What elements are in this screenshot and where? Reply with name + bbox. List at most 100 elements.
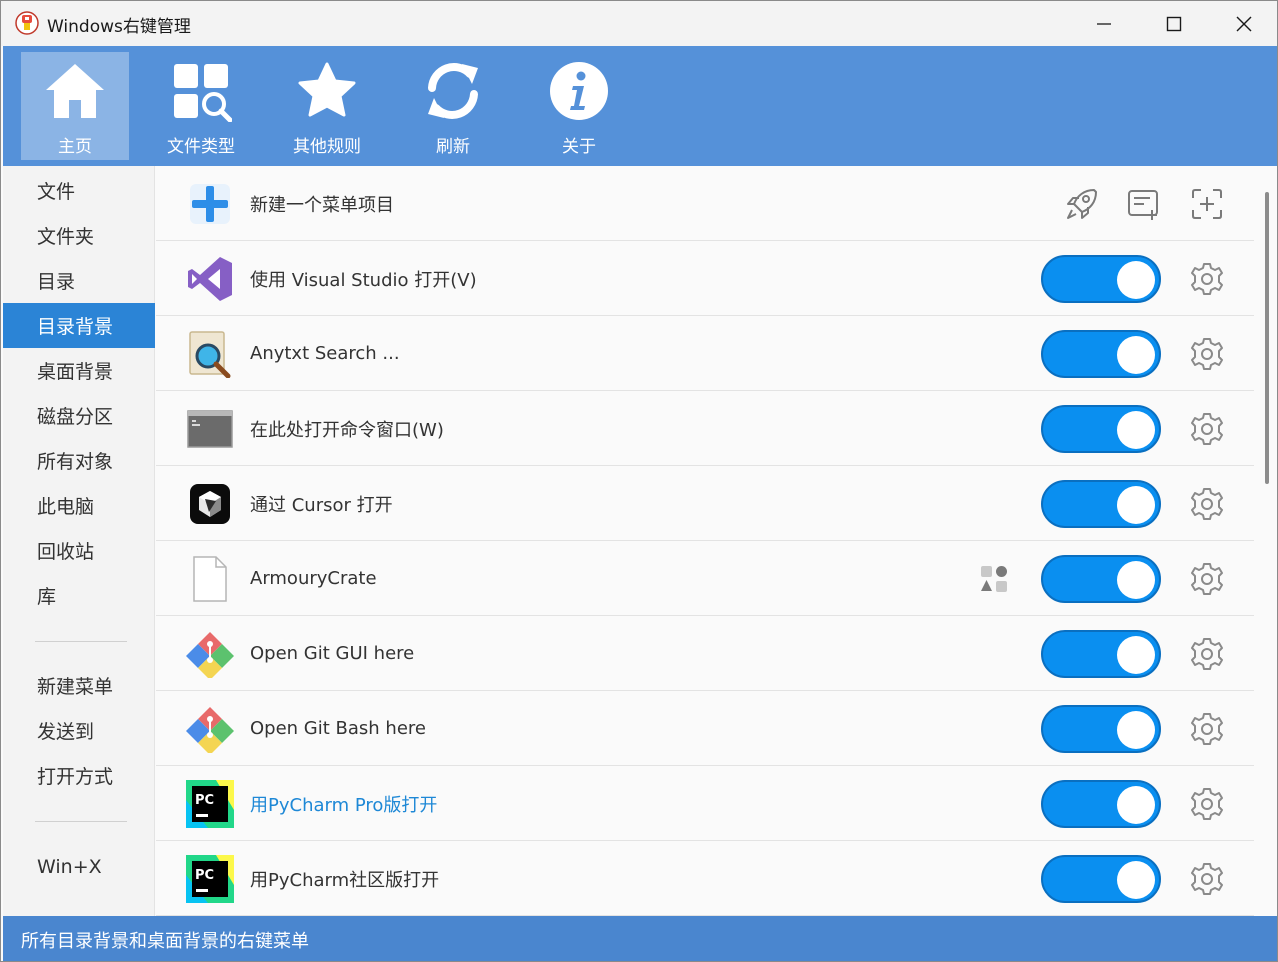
- menu-item-label: Open Git Bash here: [250, 718, 426, 739]
- shapes-icon[interactable]: [979, 564, 1009, 594]
- menu-item-label: 通过 Cursor 打开: [250, 494, 393, 516]
- menu-item-label: Anytxt Search ...: [250, 343, 400, 364]
- sidebar-item-directory[interactable]: 目录: [3, 258, 155, 303]
- toolbar-about-label: 关于: [562, 137, 596, 157]
- gear-icon[interactable]: [1190, 412, 1224, 446]
- svg-text:PC: PC: [195, 868, 214, 883]
- menu-item-row[interactable]: Open Git GUI here: [156, 616, 1254, 691]
- gear-icon[interactable]: [1190, 712, 1224, 746]
- anytxt-search-icon: [189, 331, 231, 378]
- menu-item-label: 使用 Visual Studio 打开(V): [250, 269, 477, 291]
- home-icon: [46, 64, 104, 118]
- close-icon: [1236, 16, 1252, 31]
- gear-icon[interactable]: [1190, 562, 1224, 596]
- menu-item-row[interactable]: PC 用PyCharm Pro版打开: [156, 766, 1254, 841]
- minimize-button[interactable]: [1069, 1, 1139, 46]
- enable-toggle[interactable]: [1041, 330, 1161, 378]
- sidebar-item-drive[interactable]: 磁盘分区: [3, 393, 155, 438]
- toolbar-home[interactable]: 主页: [21, 52, 129, 160]
- window-title: Windows右键管理: [47, 17, 191, 37]
- menu-item-label: 在此处打开命令窗口(W): [250, 419, 444, 441]
- toolbar-file-types[interactable]: 文件类型: [147, 52, 255, 160]
- toggle-knob: [1117, 261, 1155, 299]
- app-logo-icon: [15, 11, 39, 35]
- command-prompt-icon: [187, 410, 233, 448]
- menu-item-label: ArmouryCrate: [250, 568, 377, 589]
- sidebar-item-desktop-background[interactable]: 桌面背景: [3, 348, 155, 393]
- menu-item-row[interactable]: 通过 Cursor 打开: [156, 466, 1254, 541]
- new-menu-item-row[interactable]: 新建一个菜单项目: [156, 166, 1254, 241]
- gear-icon[interactable]: [1190, 862, 1224, 896]
- gear-icon[interactable]: [1190, 637, 1224, 671]
- enable-toggle[interactable]: [1041, 705, 1161, 753]
- menu-item-row[interactable]: PC 用PyCharm社区版打开: [156, 841, 1254, 916]
- scrollbar-thumb[interactable]: [1265, 192, 1269, 484]
- sidebar-divider: [35, 641, 127, 642]
- menu-item-label: Open Git GUI here: [250, 643, 415, 664]
- enable-toggle[interactable]: [1041, 855, 1161, 903]
- toggle-knob: [1117, 861, 1155, 899]
- toolbar-refresh-label: 刷新: [436, 137, 470, 157]
- blank-file-icon: [193, 556, 227, 602]
- maximize-button[interactable]: [1139, 1, 1209, 46]
- vertical-scrollbar[interactable]: [1257, 166, 1277, 916]
- status-text: 所有目录背景和桌面背景的右键菜单: [21, 930, 309, 952]
- rocket-icon[interactable]: [1064, 186, 1100, 222]
- cursor-icon: [190, 484, 230, 524]
- sidebar-item-new-menu[interactable]: 新建菜单: [3, 663, 155, 708]
- toggle-knob: [1117, 411, 1155, 449]
- add-submenu-icon[interactable]: [1189, 186, 1225, 222]
- toggle-knob: [1117, 711, 1155, 749]
- sidebar-item-send-to[interactable]: 发送到: [3, 708, 155, 753]
- sidebar-item-open-with[interactable]: 打开方式: [3, 753, 155, 798]
- add-icon: [190, 184, 230, 224]
- enable-toggle[interactable]: [1041, 480, 1161, 528]
- gear-icon[interactable]: [1190, 337, 1224, 371]
- gear-icon[interactable]: [1190, 262, 1224, 296]
- toggle-knob: [1117, 486, 1155, 524]
- sidebar-divider: [35, 821, 127, 822]
- sidebar-item-all-objects[interactable]: 所有对象: [3, 438, 155, 483]
- new-menu-item-label: 新建一个菜单项目: [250, 194, 394, 216]
- menu-item-list: 新建一个菜单项目 使用 Visual Studio 打开(V) Anytxt S…: [156, 166, 1254, 916]
- main-toolbar: 主页 文件类型 其他规则 刷新 关于: [3, 46, 1277, 166]
- toolbar-home-label: 主页: [58, 137, 92, 157]
- git-icon: [186, 707, 234, 753]
- maximize-icon: [1166, 16, 1182, 31]
- menu-item-label: 用PyCharm社区版打开: [250, 869, 440, 891]
- menu-item-row[interactable]: 使用 Visual Studio 打开(V): [156, 241, 1254, 316]
- sidebar-item-this-pc[interactable]: 此电脑: [3, 483, 155, 528]
- visual-studio-icon: [188, 257, 232, 301]
- menu-item-row[interactable]: Open Git Bash here: [156, 691, 1254, 766]
- title-bar: Windows右键管理: [1, 1, 1277, 46]
- info-icon: [550, 62, 608, 120]
- sidebar-item-recycle-bin[interactable]: 回收站: [3, 528, 155, 573]
- gear-icon[interactable]: [1190, 787, 1224, 821]
- toolbar-other-rules-label: 其他规则: [293, 137, 361, 157]
- gear-icon[interactable]: [1190, 487, 1224, 521]
- close-button[interactable]: [1209, 1, 1277, 46]
- sidebar-item-win-x[interactable]: Win+X: [3, 844, 155, 889]
- sidebar-item-folder[interactable]: 文件夹: [3, 213, 155, 258]
- pycharm-icon: PC: [186, 780, 234, 828]
- minimize-icon: [1097, 22, 1111, 25]
- enable-toggle[interactable]: [1041, 780, 1161, 828]
- add-separator-icon[interactable]: [1126, 186, 1162, 222]
- enable-toggle[interactable]: [1041, 630, 1161, 678]
- toggle-knob: [1117, 561, 1155, 599]
- status-bar: 所有目录背景和桌面背景的右键菜单: [3, 916, 1277, 961]
- sidebar-item-library[interactable]: 库: [3, 573, 155, 618]
- enable-toggle[interactable]: [1041, 555, 1161, 603]
- sidebar-item-directory-background[interactable]: 目录背景: [3, 303, 155, 348]
- toolbar-refresh[interactable]: 刷新: [399, 52, 507, 160]
- toolbar-about[interactable]: 关于: [525, 52, 633, 160]
- toolbar-other-rules[interactable]: 其他规则: [273, 52, 381, 160]
- app-window: Windows右键管理 主页 文件类型 其他规则 刷新 关于 文件 文件夹 目录…: [0, 0, 1278, 962]
- menu-item-row[interactable]: 在此处打开命令窗口(W): [156, 391, 1254, 466]
- enable-toggle[interactable]: [1041, 405, 1161, 453]
- sidebar-item-file[interactable]: 文件: [3, 168, 155, 213]
- enable-toggle[interactable]: [1041, 255, 1161, 303]
- menu-item-row[interactable]: Anytxt Search ...: [156, 316, 1254, 391]
- menu-item-row[interactable]: ArmouryCrate: [156, 541, 1254, 616]
- file-types-icon: [174, 64, 232, 122]
